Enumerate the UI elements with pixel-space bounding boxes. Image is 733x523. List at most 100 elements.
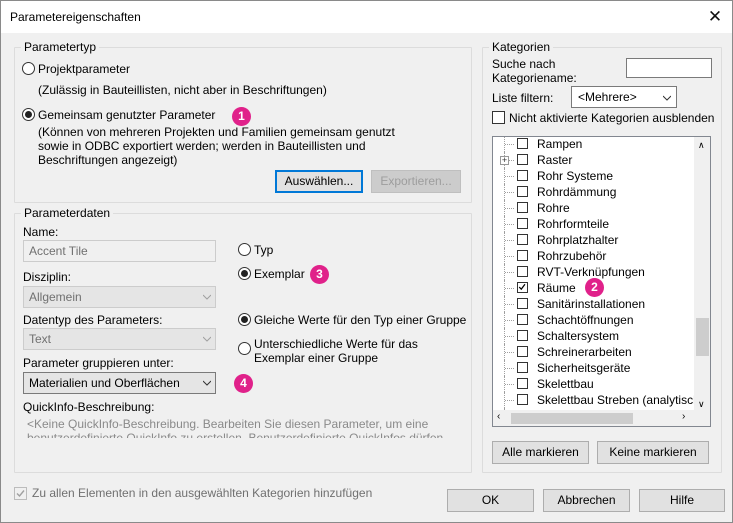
hide-unchecked-label[interactable]: Nicht aktivierte Kategorien ausblenden [509, 111, 714, 125]
chevron-down-icon [203, 294, 211, 300]
category-checkbox[interactable] [517, 218, 528, 229]
category-checkbox[interactable] [517, 266, 528, 277]
hide-unchecked-checkbox[interactable] [492, 111, 505, 124]
search-label: Suche nach Kategoriename: [492, 57, 577, 85]
project-parameter-label[interactable]: Projektparameter [38, 62, 130, 76]
shared-parameter-label[interactable]: Gemeinsam genutzter Parameter [38, 108, 215, 122]
scroll-left-icon[interactable]: ‹ [497, 411, 500, 422]
diff-values-radio[interactable] [238, 342, 251, 355]
same-values-radio[interactable] [238, 313, 251, 326]
badge-2: 2 [585, 278, 604, 297]
category-item[interactable]: Rohrplatzhalter [493, 232, 693, 248]
category-label: Skelettbau [537, 377, 594, 391]
category-checkbox[interactable] [517, 330, 528, 341]
instance-label[interactable]: Exemplar [254, 267, 305, 281]
category-checkbox[interactable] [517, 138, 528, 149]
scroll-up-icon[interactable]: ∧ [698, 140, 705, 151]
chevron-down-icon [203, 336, 211, 342]
category-checkbox[interactable] [517, 346, 528, 357]
search-input[interactable] [626, 58, 712, 78]
instance-radio[interactable] [238, 267, 251, 280]
category-checkbox[interactable] [517, 362, 528, 373]
diff-values-label[interactable]: Unterschiedliche Werte für das Exemplar … [254, 337, 459, 365]
title-bar: Parametereigenschaften ✕ [1, 1, 732, 33]
type-radio[interactable] [238, 243, 251, 256]
dialog-window: Parametereigenschaften ✕ Parametertyp Pr… [0, 0, 733, 523]
category-item[interactable]: Schaltersystem [493, 328, 693, 344]
kategorien-title: Kategorien [489, 40, 554, 54]
check-none-button[interactable]: Keine markieren [597, 441, 709, 464]
category-checkbox[interactable] [517, 154, 528, 165]
group-under-select[interactable]: Materialien und Oberflächen [23, 372, 216, 394]
category-checkbox[interactable] [517, 250, 528, 261]
category-label: Rohrdämmung [537, 185, 617, 199]
select-button[interactable]: Auswählen... [275, 170, 363, 193]
category-item[interactable]: Skelettbau [493, 376, 693, 392]
tree-guide-h [505, 368, 514, 369]
group-under-value: Materialien und Oberflächen [29, 376, 180, 390]
category-item[interactable]: Sicherheitsgeräte [493, 360, 693, 376]
add-all-checkbox[interactable] [14, 487, 27, 500]
checkmark-icon [518, 283, 526, 291]
tree-guide-h [505, 304, 514, 305]
category-item[interactable]: Schreinerarbeiten [493, 344, 693, 360]
category-label: Rampen [537, 137, 583, 151]
category-item[interactable]: Rohr Systeme [493, 168, 693, 184]
tooltip-box[interactable]: <Keine QuickInfo-Beschreibung. Bearbeite… [23, 414, 467, 438]
category-item[interactable]: Rohrzubehör [493, 248, 693, 264]
category-label: Rohrplatzhalter [537, 233, 619, 247]
category-item[interactable]: Skelettbau Streben (analytisch) [493, 392, 704, 408]
category-checkbox[interactable] [517, 282, 528, 293]
scroll-right-icon[interactable]: › [682, 411, 685, 422]
chevron-down-icon [663, 95, 671, 101]
vertical-scrollbar[interactable]: ∧ ∨ [694, 137, 710, 426]
checkmark-icon [16, 490, 25, 498]
category-checkbox[interactable] [517, 186, 528, 197]
category-item[interactable]: Rohrformteile [493, 216, 693, 232]
hscroll-thumb[interactable] [511, 413, 633, 424]
filter-label: Liste filtern: [492, 91, 554, 105]
discipline-select[interactable]: Allgemein [23, 286, 216, 308]
tree-guide-h [505, 176, 514, 177]
category-label: Schreinerarbeiten [537, 345, 632, 359]
category-label: Rohre [537, 201, 570, 215]
tree-guide-h [505, 336, 514, 337]
filter-select[interactable]: <Mehrere> [571, 86, 677, 108]
add-all-label[interactable]: Zu allen Elementen in den ausgewählten K… [32, 486, 372, 500]
expand-icon[interactable]: + [500, 156, 509, 165]
project-parameter-radio[interactable] [22, 62, 35, 75]
category-checkbox[interactable] [517, 170, 528, 181]
tree-guide-h [505, 352, 514, 353]
close-icon[interactable]: ✕ [698, 1, 732, 33]
tree-guide-h [505, 240, 514, 241]
category-checkbox[interactable] [517, 378, 528, 389]
name-field[interactable]: Accent Tile [23, 240, 216, 262]
category-label: Sicherheitsgeräte [537, 361, 631, 375]
name-label: Name: [23, 225, 59, 239]
category-checkbox[interactable] [517, 314, 528, 325]
ok-button[interactable]: OK [447, 489, 534, 512]
cancel-button[interactable]: Abbrechen [543, 489, 630, 512]
scroll-down-icon[interactable]: ∨ [698, 399, 705, 410]
category-item[interactable]: + Raster [493, 152, 693, 168]
category-checkbox[interactable] [517, 298, 528, 309]
type-label[interactable]: Typ [254, 243, 273, 257]
help-button[interactable]: Hilfe [639, 489, 725, 512]
datatype-select[interactable]: Text [23, 328, 216, 350]
category-checkbox[interactable] [517, 234, 528, 245]
category-item[interactable]: Schachtöffnungen [493, 312, 693, 328]
category-item[interactable]: Rohre [493, 200, 693, 216]
category-item[interactable]: Rampen [493, 137, 693, 152]
horizontal-scrollbar[interactable]: ‹ › [493, 410, 694, 426]
category-item[interactable]: Sanitärinstallationen [493, 296, 693, 312]
category-checkbox[interactable] [517, 202, 528, 213]
check-all-button[interactable]: Alle markieren [492, 441, 589, 464]
tooltip-label: QuickInfo-Beschreibung: [23, 400, 155, 414]
same-values-label[interactable]: Gleiche Werte für den Typ einer Gruppe [254, 313, 466, 327]
category-checkbox[interactable] [517, 394, 528, 405]
shared-parameter-radio[interactable] [22, 108, 35, 121]
category-label: Rohr Systeme [537, 169, 614, 183]
category-item[interactable]: Rohrdämmung [493, 184, 693, 200]
scroll-thumb[interactable] [696, 318, 709, 356]
export-button[interactable]: Exportieren... [371, 170, 461, 193]
